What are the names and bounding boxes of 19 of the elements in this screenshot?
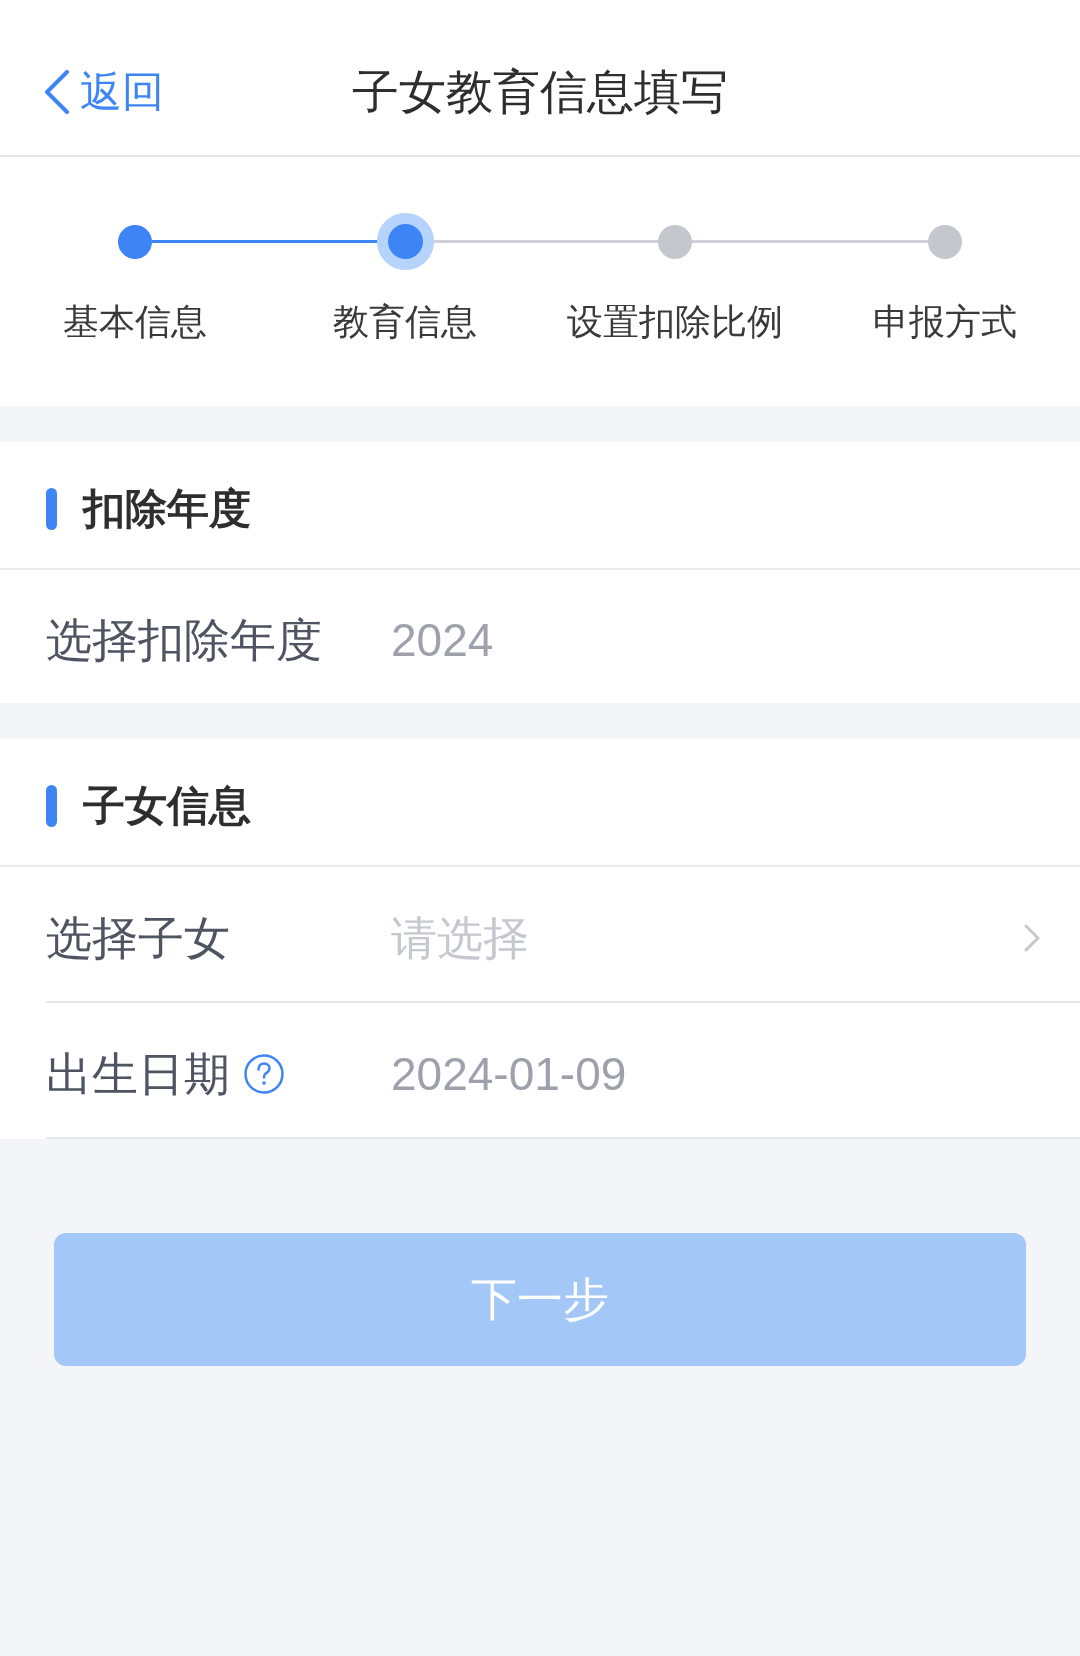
page-title: 子女教育信息填写 bbox=[352, 64, 728, 121]
section-marker bbox=[46, 488, 57, 531]
section-marker bbox=[46, 785, 57, 828]
chevron-left-icon bbox=[44, 70, 70, 115]
value-field[interactable]: 2024 bbox=[391, 613, 1080, 669]
field-label: 出生日期 bbox=[46, 1046, 230, 1102]
back-button[interactable]: 返回 bbox=[40, 63, 168, 122]
chevron-right-icon bbox=[1024, 924, 1040, 953]
field-label: 选择子女 bbox=[46, 910, 230, 966]
field-label: 选择扣除年度 bbox=[46, 613, 322, 669]
section-title: 扣除年度 bbox=[83, 484, 251, 534]
help-icon[interactable] bbox=[244, 1054, 284, 1095]
step-label: 基本信息 bbox=[63, 300, 207, 344]
step-label: 教育信息 bbox=[333, 300, 477, 344]
section-title: 子女信息 bbox=[83, 781, 251, 831]
step-label: 设置扣除比例 bbox=[567, 300, 783, 344]
step-label: 申报方式 bbox=[873, 300, 1017, 344]
select-field[interactable]: 请选择 bbox=[391, 910, 1080, 966]
value-field[interactable]: 2024-01-09 bbox=[391, 1046, 1080, 1102]
